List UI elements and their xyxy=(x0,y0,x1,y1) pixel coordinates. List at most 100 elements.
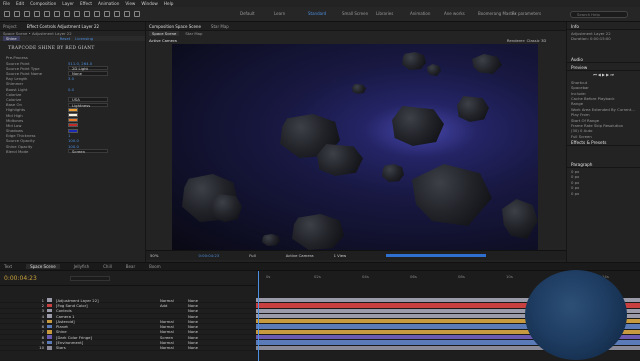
paragraph-value[interactable]: 0 px xyxy=(567,190,640,196)
play-icon[interactable]: ▶ xyxy=(602,72,605,77)
property-dropdown[interactable]: Screen xyxy=(68,149,108,154)
subtab-space-scene[interactable]: Space Scene xyxy=(149,31,180,37)
menu-item-composition[interactable]: Composition xyxy=(30,1,56,6)
zoom-tool-icon[interactable] xyxy=(34,11,40,17)
pen-tool-icon[interactable] xyxy=(84,11,90,17)
layer-label-color[interactable] xyxy=(47,308,52,313)
layer-name[interactable]: Planet xyxy=(56,324,100,329)
pan-behind-tool-icon[interactable] xyxy=(64,11,70,17)
menu-item-view[interactable]: View xyxy=(125,1,135,6)
layer-search-input[interactable] xyxy=(70,275,110,281)
color-swatch[interactable] xyxy=(68,123,78,128)
tab-boom[interactable]: Boom xyxy=(149,264,161,269)
layer-label-color[interactable] xyxy=(47,314,52,318)
effect-property-row[interactable]: Blend Mode Screen xyxy=(0,149,145,154)
menu-item-window[interactable]: Window xyxy=(141,1,158,6)
property-value[interactable]: 0.0 xyxy=(68,87,74,92)
puppet-tool-icon[interactable] xyxy=(134,11,140,17)
tab-bear[interactable]: Bear xyxy=(126,264,135,269)
playhead[interactable] xyxy=(258,271,259,361)
layer-label-color[interactable] xyxy=(47,330,52,334)
eraser-tool-icon[interactable] xyxy=(124,11,130,17)
home-icon[interactable] xyxy=(4,11,10,17)
effect-name[interactable]: Shine xyxy=(3,36,20,42)
workspace-small-screen[interactable]: Small Screen xyxy=(342,11,368,16)
exposure-bar[interactable] xyxy=(386,254,487,257)
layer-name[interactable]: Stars xyxy=(56,345,100,350)
brush-tool-icon[interactable] xyxy=(104,11,110,17)
layer-name[interactable]: Controls xyxy=(56,308,100,313)
property-value[interactable]: 511.0, 264.0 xyxy=(68,61,92,66)
table-row[interactable]: 10 Stars Normal None xyxy=(0,345,256,351)
layer-name[interactable]: [Adjustment Layer 22] xyxy=(56,298,100,303)
menu-item-layer[interactable]: Layer xyxy=(62,1,74,6)
info-panel-title[interactable]: Info xyxy=(567,22,640,30)
layer-mode[interactable]: Normal xyxy=(160,340,180,345)
layer-trackmatte[interactable]: None xyxy=(188,298,198,303)
layer-mode[interactable]: Normal xyxy=(160,345,180,350)
type-tool-icon[interactable] xyxy=(94,11,100,17)
layer-name[interactable]: Shine xyxy=(56,329,100,334)
rectangle-tool-icon[interactable] xyxy=(74,11,80,17)
subtab-star-map[interactable]: Star Map xyxy=(185,31,202,36)
layer-label-color[interactable] xyxy=(47,303,52,308)
layer-label-color[interactable] xyxy=(47,324,52,329)
licensing-link[interactable]: Licensing xyxy=(75,36,93,41)
layer-mode[interactable]: Normal xyxy=(160,324,180,329)
layer-name[interactable]: [Fog Sand Color] xyxy=(56,303,100,308)
color-swatch[interactable] xyxy=(68,107,78,112)
quality-select[interactable]: Full xyxy=(249,253,256,258)
paragraph-panel-title[interactable]: Paragraph xyxy=(567,160,640,169)
hand-tool-icon[interactable] xyxy=(24,11,30,17)
menu-item-help[interactable]: Help xyxy=(164,1,174,6)
audio-panel-title[interactable]: Audio xyxy=(567,55,640,63)
selection-tool-icon[interactable] xyxy=(14,11,20,17)
workspace-animation[interactable]: Animation xyxy=(410,11,430,16)
menu-item-file[interactable]: File xyxy=(3,1,10,6)
layer-trackmatte[interactable]: None xyxy=(188,335,198,340)
layer-trackmatte[interactable]: None xyxy=(188,340,198,345)
layer-trackmatte[interactable]: None xyxy=(188,345,198,350)
tab-star-map[interactable]: Star Map xyxy=(211,24,229,29)
layer-mode[interactable]: Normal xyxy=(160,319,180,324)
first-frame-icon[interactable]: ⏮ xyxy=(593,72,596,77)
workspace-learn[interactable]: Learn xyxy=(274,11,285,16)
prev-frame-icon[interactable]: ◀ xyxy=(598,72,601,77)
rotate-tool-icon[interactable] xyxy=(44,11,50,17)
search-help-input[interactable]: Search Help xyxy=(570,11,628,18)
workspace-fx-parameters[interactable]: Fx parameters xyxy=(512,11,541,16)
layer-name[interactable]: Camera 1 xyxy=(56,314,100,319)
camera-tool-icon[interactable] xyxy=(54,11,60,17)
property-value[interactable]: 3.0 xyxy=(68,76,74,81)
tab-jellyfish[interactable]: Jellyfish xyxy=(74,264,89,269)
preview-panel-title[interactable]: Preview xyxy=(567,63,640,71)
menu-item-animation[interactable]: Animation xyxy=(98,1,119,6)
property-dropdown[interactable]: 2D Light xyxy=(68,66,108,71)
tab-space-scene[interactable]: Space Scene xyxy=(26,264,60,269)
last-frame-icon[interactable]: ⏭ xyxy=(610,72,613,77)
layer-label-color[interactable] xyxy=(47,340,52,345)
layer-mode[interactable]: Normal xyxy=(160,298,180,303)
next-frame-icon[interactable]: ▶ xyxy=(606,72,609,77)
layer-trackmatte[interactable]: None xyxy=(188,303,198,308)
workspace-libraries[interactable]: Libraries xyxy=(376,11,393,16)
menu-item-effect[interactable]: Effect xyxy=(80,1,92,6)
effects-presets-title[interactable]: Effects & Presets xyxy=(567,138,640,147)
workspace-ane-works[interactable]: Ane works xyxy=(444,11,465,16)
layer-trackmatte[interactable]: None xyxy=(188,324,198,329)
layer-mode[interactable]: Normal xyxy=(160,329,180,334)
layer-label-color[interactable] xyxy=(47,346,52,350)
layer-label-color[interactable] xyxy=(47,298,52,302)
reset-link[interactable]: Reset xyxy=(60,36,71,41)
zoom-select[interactable]: 50% xyxy=(150,253,158,258)
color-swatch[interactable] xyxy=(68,113,78,118)
workspace-default[interactable]: Default xyxy=(240,11,255,16)
layer-label-color[interactable] xyxy=(47,335,52,339)
tab-chill[interactable]: Chill xyxy=(103,264,112,269)
menu-item-edit[interactable]: Edit xyxy=(16,1,24,6)
layer-mode[interactable]: Screen xyxy=(160,335,180,340)
property-dropdown[interactable]: Lightness xyxy=(68,102,108,107)
renderer-label[interactable]: Renderer: Classic 3D xyxy=(507,38,546,43)
color-swatch[interactable] xyxy=(68,118,78,123)
layer-trackmatte[interactable]: None xyxy=(188,308,198,313)
